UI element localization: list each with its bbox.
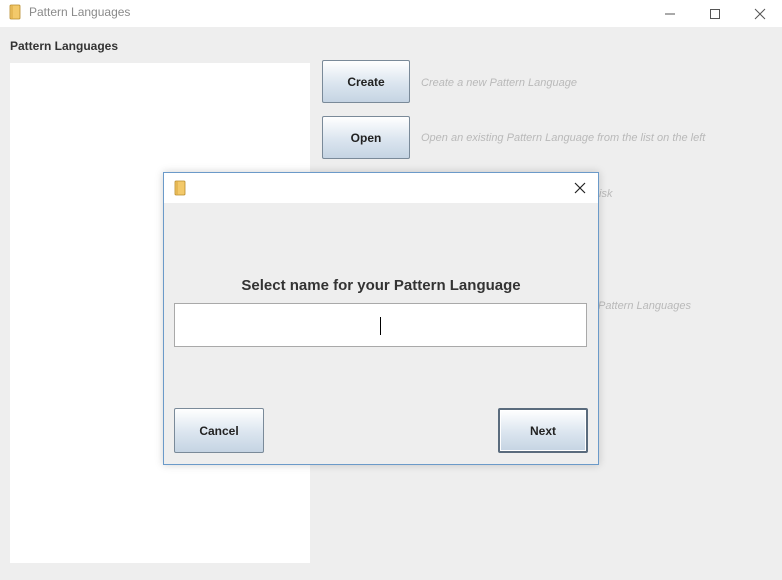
document-icon bbox=[9, 4, 21, 20]
minimize-button[interactable] bbox=[647, 0, 693, 27]
manage-description-fragment: Pattern Languages bbox=[598, 300, 691, 312]
create-button[interactable]: Create bbox=[322, 60, 410, 103]
new-pattern-language-dialog: Select name for your Pattern Language Ca… bbox=[163, 172, 599, 465]
pattern-languages-label: Pattern Languages bbox=[10, 39, 119, 53]
close-icon bbox=[754, 8, 766, 19]
open-button[interactable]: Open bbox=[322, 116, 410, 159]
window-title: Pattern Languages bbox=[29, 5, 131, 19]
maximize-icon bbox=[710, 8, 720, 19]
dialog-close-icon[interactable] bbox=[572, 180, 588, 196]
maximize-button[interactable] bbox=[692, 0, 738, 27]
cancel-button[interactable]: Cancel bbox=[174, 408, 264, 453]
document-icon bbox=[174, 180, 186, 196]
text-caret bbox=[380, 317, 381, 335]
create-description: Create a new Pattern Language bbox=[421, 77, 577, 89]
dialog-titlebar bbox=[164, 173, 598, 203]
dialog-prompt: Select name for your Pattern Language bbox=[241, 277, 521, 294]
window-titlebar: Pattern Languages bbox=[0, 0, 782, 27]
next-button[interactable]: Next bbox=[498, 408, 588, 453]
close-button[interactable] bbox=[737, 0, 782, 27]
open-description: Open an existing Pattern Language from t… bbox=[421, 132, 706, 144]
minimize-icon bbox=[665, 13, 675, 14]
import-description-fragment: isk bbox=[599, 188, 613, 200]
